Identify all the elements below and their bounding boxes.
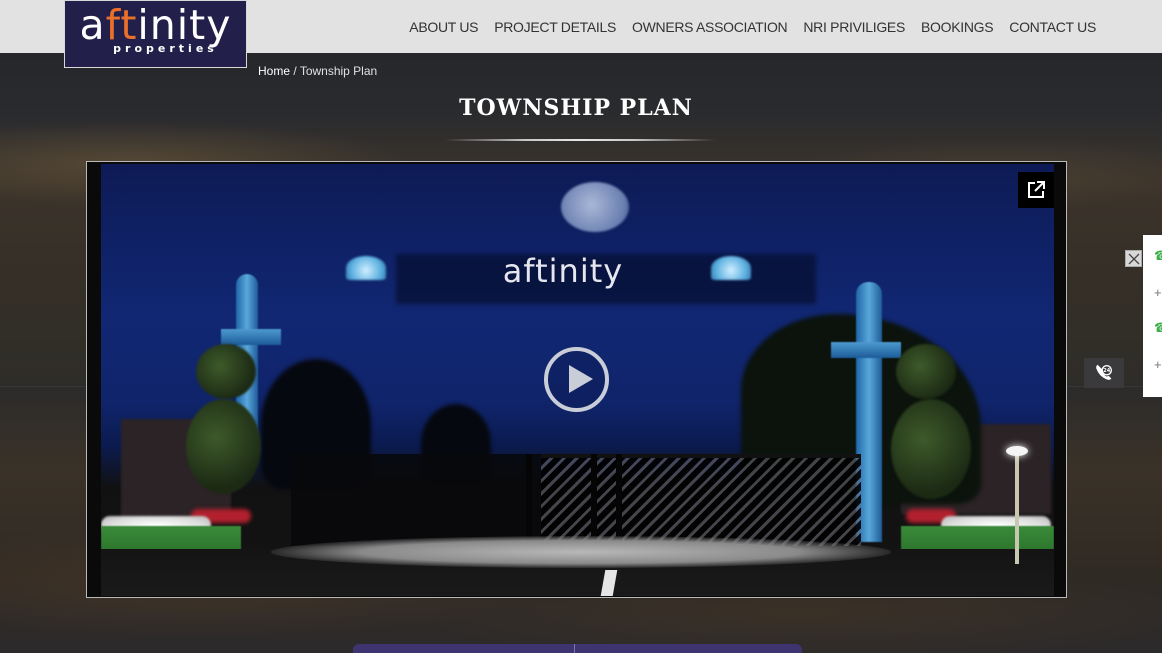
phone-24-icon: 24 [1096, 364, 1113, 380]
pillar-arm-graphic [221, 329, 281, 345]
gate-post [616, 454, 622, 546]
street-lamp-pole [1015, 454, 1019, 564]
close-widget-button[interactable] [1125, 250, 1142, 267]
plus-icon[interactable]: + [1154, 357, 1162, 372]
gate-left-panel [291, 454, 541, 546]
pillar-arm-graphic [831, 342, 901, 358]
breadcrumb: Home / Township Plan [258, 64, 377, 78]
close-icon [1128, 253, 1139, 264]
phone-icon[interactable]: ☎ [1154, 320, 1162, 335]
gate-post [526, 454, 532, 546]
main-nav: ABOUT US PROJECT DETAILS OWNERS ASSOCIAT… [409, 0, 1096, 53]
sign-logo-text: aftinity [502, 252, 624, 290]
nav-owners-association[interactable]: OWNERS ASSOCIATION [632, 19, 788, 35]
topiary-graphic [896, 344, 956, 399]
site-logo[interactable]: aftinity properties [64, 0, 247, 68]
topiary-graphic [196, 344, 256, 399]
video-player[interactable]: aftinity [86, 161, 1067, 598]
breadcrumb-current: Township Plan [299, 64, 378, 78]
street-lamp-light [1006, 446, 1028, 456]
gate-post [591, 454, 597, 546]
gate-right-panel [541, 454, 861, 546]
road-glow [271, 536, 891, 568]
call-24-label: 24 [1103, 368, 1111, 374]
page-title: TOWNSHIP PLAN [459, 95, 693, 121]
nav-nri-priviliges[interactable]: NRI PRIVILIGES [803, 19, 905, 35]
topiary-graphic [891, 399, 971, 499]
play-circle-icon[interactable] [544, 347, 609, 412]
nav-bookings[interactable]: BOOKINGS [921, 19, 994, 35]
moon-graphic [561, 182, 629, 232]
logo-prefix: a [79, 1, 106, 49]
call-24-button[interactable]: 24 [1084, 358, 1124, 388]
breadcrumb-separator: / [290, 64, 300, 78]
breadcrumb-home[interactable]: Home [258, 64, 290, 78]
lamp-graphic [346, 256, 386, 280]
lamp-graphic [711, 256, 751, 280]
nav-about-us[interactable]: ABOUT US [409, 19, 478, 35]
open-in-new-icon [1028, 181, 1045, 198]
topiary-graphic [186, 399, 261, 494]
title-underline [445, 139, 715, 141]
contact-side-panel: ☎ + ☎ + [1143, 235, 1162, 397]
open-in-new-button[interactable] [1018, 172, 1054, 208]
bottom-tab-divider [574, 644, 575, 653]
nav-contact-us[interactable]: CONTACT US [1009, 19, 1096, 35]
logo-wordmark: aftinity [65, 3, 246, 47]
bottom-tab-bar[interactable] [353, 644, 802, 653]
plus-icon[interactable]: + [1154, 285, 1162, 300]
phone-icon[interactable]: ☎ [1154, 248, 1162, 263]
nav-project-details[interactable]: PROJECT DETAILS [494, 19, 616, 35]
